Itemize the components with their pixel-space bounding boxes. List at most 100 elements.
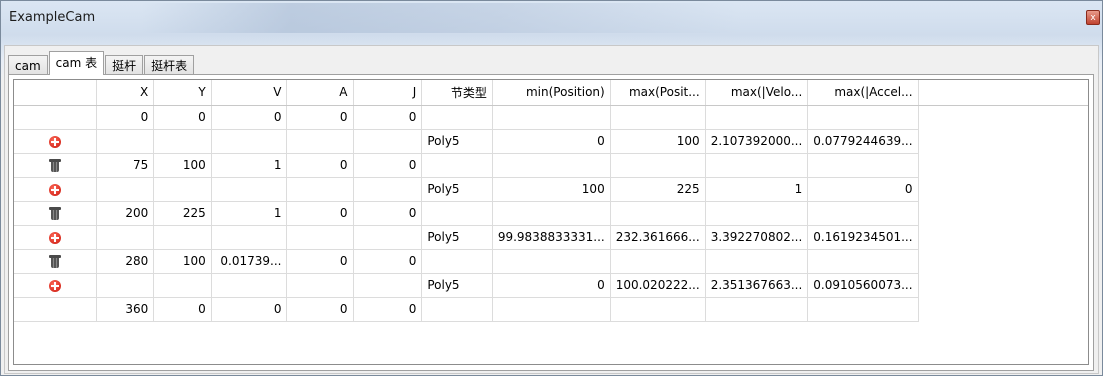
table-cell[interactable]: 0.0910560073...: [807, 273, 919, 298]
table-cell[interactable]: [610, 201, 706, 226]
table-cell[interactable]: [705, 105, 809, 130]
table-cell[interactable]: [421, 249, 493, 274]
table-cell[interactable]: 0: [153, 105, 212, 130]
table-cell[interactable]: 1: [211, 153, 288, 178]
table-cell[interactable]: 2.351367663...: [705, 273, 809, 298]
table-cell[interactable]: 100: [492, 177, 611, 202]
table-cell[interactable]: [807, 249, 919, 274]
trash-icon[interactable]: [48, 255, 61, 268]
table-cell[interactable]: 0: [286, 153, 354, 178]
trash-icon[interactable]: [48, 207, 61, 220]
table-cell[interactable]: [96, 225, 155, 250]
tab-1[interactable]: cam 表: [48, 51, 105, 75]
table-cell[interactable]: 0.01739...: [211, 249, 288, 274]
table-cell[interactable]: [286, 273, 354, 298]
table-cell[interactable]: 0: [286, 249, 354, 274]
table-cell[interactable]: 100: [153, 153, 212, 178]
column-header[interactable]: J: [353, 80, 423, 106]
table-cell[interactable]: [421, 105, 493, 130]
table-cell[interactable]: [96, 129, 155, 154]
close-button[interactable]: x: [1086, 10, 1100, 25]
table-cell[interactable]: [286, 177, 354, 202]
table-cell[interactable]: [153, 273, 212, 298]
table-cell[interactable]: [153, 129, 212, 154]
tab-2[interactable]: 挺杆: [105, 55, 144, 75]
tab-0[interactable]: cam: [8, 55, 48, 75]
table-cell[interactable]: 0: [492, 273, 611, 298]
row-action-cell[interactable]: [14, 249, 97, 274]
table-cell[interactable]: [421, 201, 493, 226]
table-cell[interactable]: 225: [153, 201, 212, 226]
table-cell[interactable]: [211, 129, 288, 154]
table-cell[interactable]: 1: [211, 201, 288, 226]
table-cell[interactable]: [211, 225, 288, 250]
table-cell[interactable]: [807, 105, 919, 130]
table-cell[interactable]: [353, 129, 423, 154]
table-cell[interactable]: 1: [705, 177, 809, 202]
table-cell[interactable]: [153, 177, 212, 202]
add-icon[interactable]: [48, 279, 61, 292]
table-cell[interactable]: [353, 177, 423, 202]
tab-3[interactable]: 挺杆表: [144, 55, 195, 75]
table-cell[interactable]: [492, 201, 611, 226]
column-header[interactable]: max(Posit...: [610, 80, 706, 106]
table-row[interactable]: 280 100 0.01739... 0 0: [14, 249, 1088, 274]
table-cell[interactable]: 100: [153, 249, 212, 274]
table-cell[interactable]: 0: [153, 297, 212, 322]
row-action-cell[interactable]: [14, 273, 97, 298]
table-cell[interactable]: [286, 225, 354, 250]
table-cell[interactable]: [705, 201, 809, 226]
table-cell[interactable]: [807, 153, 919, 178]
table-cell[interactable]: 280: [96, 249, 155, 274]
table-cell[interactable]: 3.392270802...: [705, 225, 809, 250]
table-cell[interactable]: 0: [492, 129, 611, 154]
add-icon[interactable]: [48, 135, 61, 148]
table-cell[interactable]: 360: [96, 297, 155, 322]
table-cell[interactable]: [353, 273, 423, 298]
column-header[interactable]: 节类型: [421, 80, 493, 106]
table-cell[interactable]: 0: [286, 201, 354, 226]
table-cell[interactable]: [492, 249, 611, 274]
column-header[interactable]: Y: [153, 80, 212, 106]
row-action-cell[interactable]: [14, 201, 97, 226]
table-cell[interactable]: 99.9838833331...: [492, 225, 611, 250]
table-cell[interactable]: 0: [353, 201, 423, 226]
table-cell[interactable]: [211, 273, 288, 298]
table-row[interactable]: 75 100 1 0 0: [14, 153, 1088, 178]
table-row[interactable]: Poly5 99.9838833331... 232.361666... 3.3922…: [14, 225, 1088, 250]
table-cell[interactable]: [705, 249, 809, 274]
column-header[interactable]: A: [286, 80, 354, 106]
table-cell[interactable]: Poly5: [421, 177, 493, 202]
table-cell[interactable]: [421, 297, 493, 322]
table-cell[interactable]: [211, 177, 288, 202]
row-action-cell[interactable]: [14, 153, 97, 178]
table-cell[interactable]: [807, 297, 919, 322]
trash-icon[interactable]: [48, 159, 61, 172]
table-cell[interactable]: [492, 105, 611, 130]
table-cell[interactable]: [610, 249, 706, 274]
column-header[interactable]: V: [211, 80, 288, 106]
table-cell[interactable]: [492, 297, 611, 322]
table-cell[interactable]: [807, 201, 919, 226]
table-cell[interactable]: [153, 225, 212, 250]
table-cell[interactable]: Poly5: [421, 129, 493, 154]
table-cell[interactable]: 0.0779244639...: [807, 129, 919, 154]
table-cell[interactable]: 100: [610, 129, 706, 154]
table-cell[interactable]: [421, 153, 493, 178]
row-action-cell[interactable]: [14, 225, 97, 250]
table-cell[interactable]: [286, 129, 354, 154]
table-row[interactable]: 00000: [14, 105, 1088, 130]
table-cell[interactable]: 2.107392000...: [705, 129, 809, 154]
table-cell[interactable]: [96, 273, 155, 298]
table-cell[interactable]: 0: [353, 153, 423, 178]
table-row[interactable]: 200 225 1 0 0: [14, 201, 1088, 226]
table-cell[interactable]: [492, 153, 611, 178]
table-cell[interactable]: 0: [211, 297, 288, 322]
table-cell[interactable]: [610, 297, 706, 322]
column-header[interactable]: min(Position): [492, 80, 611, 106]
table-row[interactable]: Poly5 100 225 1 0: [14, 177, 1088, 202]
column-header[interactable]: X: [96, 80, 155, 106]
column-header[interactable]: max(|Accel...: [807, 80, 919, 106]
table-cell[interactable]: [610, 153, 706, 178]
table-cell[interactable]: 0: [353, 249, 423, 274]
